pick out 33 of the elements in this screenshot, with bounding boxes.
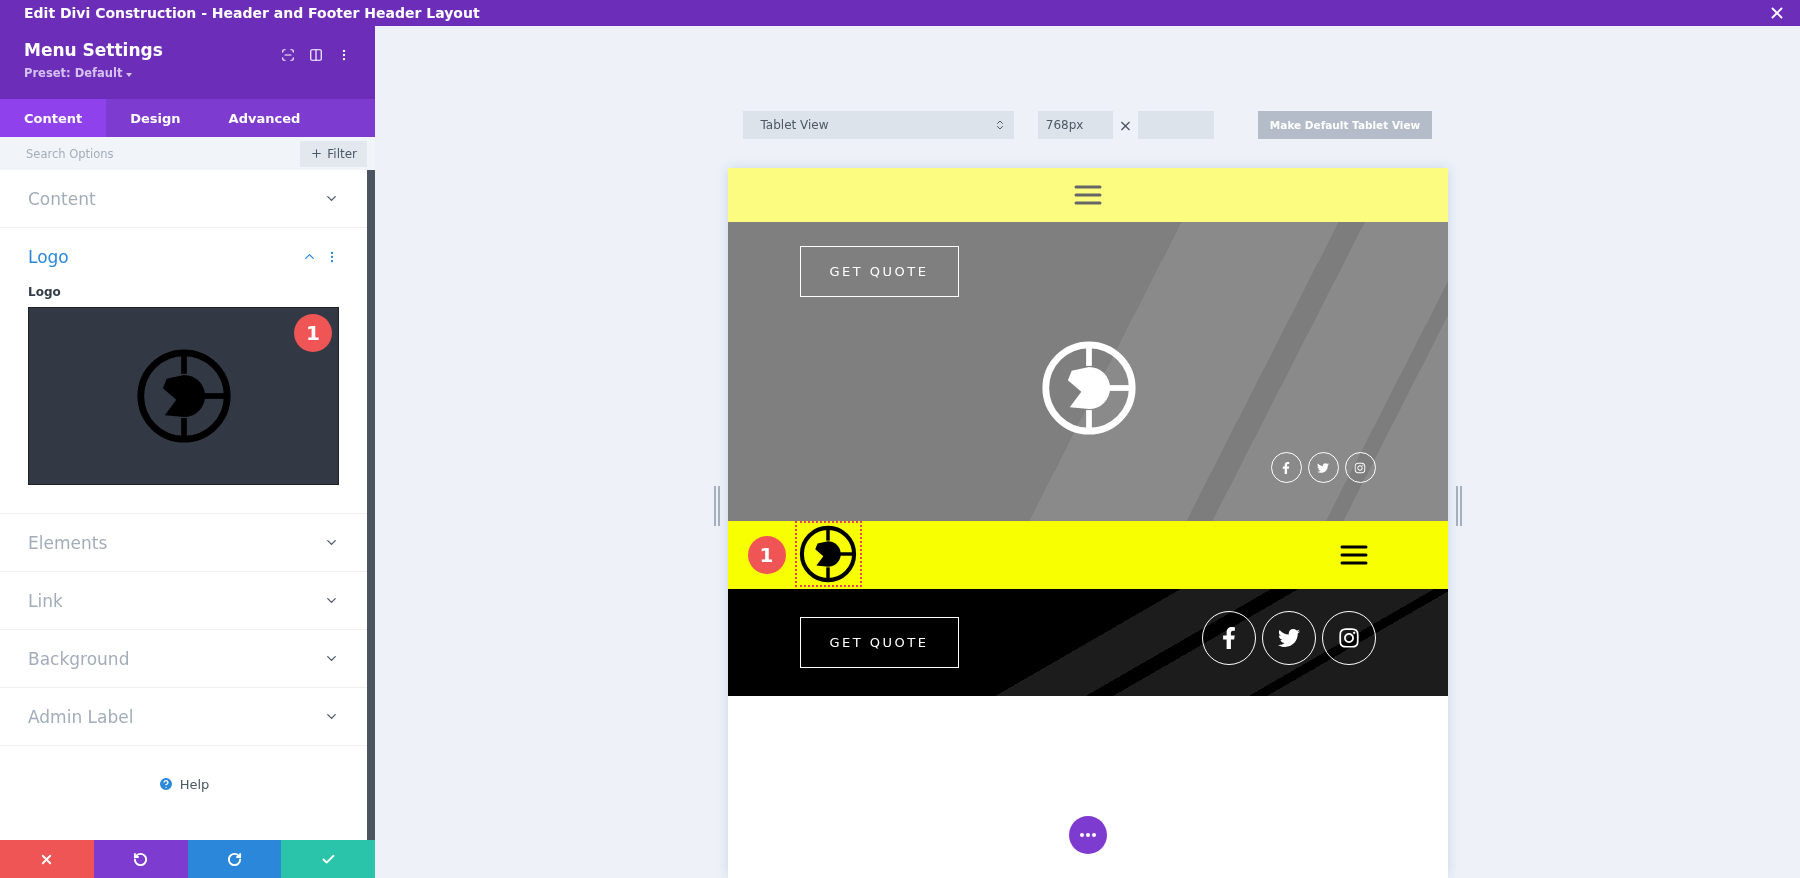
quote-button[interactable]: GET QUOTE bbox=[799, 246, 959, 297]
help-link[interactable]: Help bbox=[157, 776, 210, 792]
view-select[interactable]: Tablet View bbox=[742, 111, 1014, 139]
search-field[interactable]: Search Options Filter bbox=[0, 137, 375, 170]
resize-handle[interactable] bbox=[713, 486, 720, 526]
quote-button[interactable]: GET QUOTE bbox=[799, 617, 959, 668]
more-button[interactable] bbox=[1068, 816, 1107, 854]
undo-icon bbox=[133, 851, 149, 867]
menu-icon[interactable] bbox=[1339, 544, 1368, 566]
filter-button[interactable]: Filter bbox=[300, 140, 367, 167]
field-label: Logo bbox=[28, 285, 62, 299]
checkmark-button[interactable] bbox=[281, 840, 375, 878]
step-badge: 1 bbox=[294, 314, 332, 352]
width-field[interactable]: 768px bbox=[1037, 111, 1113, 139]
logo-upload-preview[interactable]: 1 bbox=[28, 307, 339, 485]
plus-icon bbox=[310, 147, 324, 160]
redo-button[interactable] bbox=[187, 840, 282, 878]
help-icon bbox=[157, 776, 174, 792]
preset-dropdown[interactable]: Preset: Default bbox=[24, 66, 133, 80]
tab[interactable]: Content bbox=[0, 99, 107, 137]
selected-logo[interactable] bbox=[794, 521, 862, 587]
more-icon bbox=[1079, 833, 1096, 837]
tab[interactable]: Advanced bbox=[204, 99, 325, 137]
step-badge: 1 bbox=[747, 536, 786, 574]
redo-icon bbox=[226, 851, 242, 867]
caret-icon bbox=[126, 73, 133, 77]
resize-handle[interactable] bbox=[1455, 486, 1462, 526]
logo-image bbox=[799, 525, 857, 583]
panel-title: Menu Settings bbox=[24, 40, 163, 60]
window-title: Edit Divi Construction - Header and Footer Header Layout bbox=[24, 5, 480, 21]
times-sign: × bbox=[1118, 115, 1133, 135]
tab[interactable]: Design bbox=[106, 99, 205, 137]
undo-button[interactable] bbox=[93, 840, 188, 878]
